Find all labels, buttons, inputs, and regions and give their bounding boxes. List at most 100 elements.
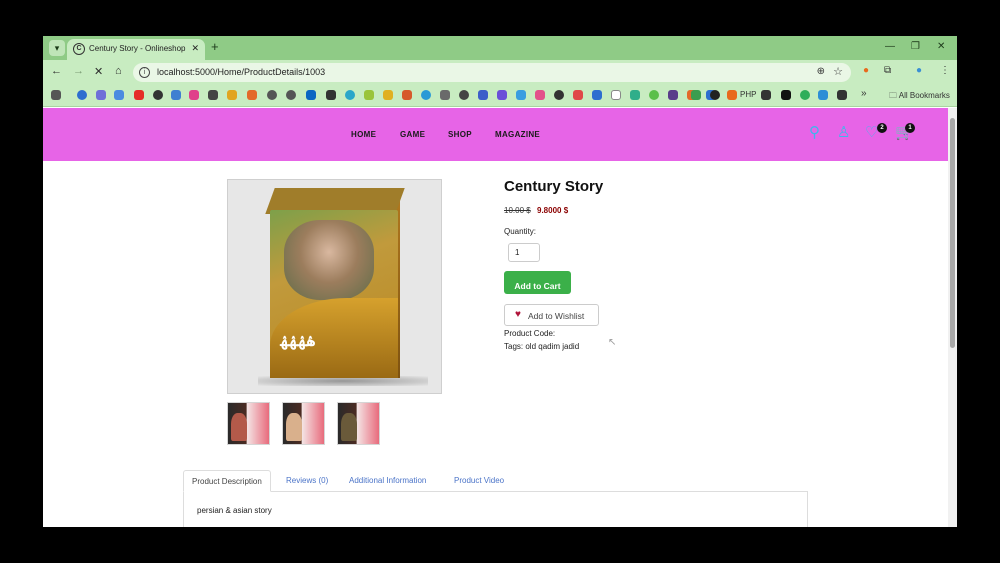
menu-game[interactable]: GAME — [400, 130, 425, 139]
bookmark-icon[interactable] — [267, 90, 277, 100]
bookmark-icon[interactable] — [516, 90, 526, 100]
bookmark-icon[interactable] — [440, 90, 450, 100]
bookmark-icon[interactable] — [478, 90, 488, 100]
stop-loading-icon[interactable]: ✕ — [94, 65, 103, 78]
bookmark-icon[interactable] — [611, 90, 621, 100]
restore-icon[interactable]: ❐ — [911, 41, 920, 52]
cart-count-badge: 1 — [905, 123, 915, 133]
bookmark-icon[interactable] — [691, 90, 701, 100]
bookmark-icon[interactable] — [402, 90, 412, 100]
bookmark-icon[interactable] — [649, 90, 659, 100]
product-thumbnail[interactable] — [337, 402, 380, 445]
bookmark-icon[interactable] — [189, 90, 199, 100]
add-to-wishlist-label: Add to Wishlist — [528, 311, 585, 321]
site-header: HOME GAME SHOP MAGAZINE ⚲ ♙ ♡ 2 🛒 1 — [43, 108, 948, 161]
bookmark-icon[interactable] — [800, 90, 810, 100]
wishlist-count-badge: 2 — [877, 123, 887, 133]
bookmark-icon[interactable] — [208, 90, 218, 100]
bookmark-icon[interactable] — [326, 90, 336, 100]
zoom-icon[interactable]: ⊕ — [817, 66, 825, 77]
extension-icon[interactable]: ● — [863, 65, 869, 76]
bookmark-icon[interactable] — [286, 90, 296, 100]
extensions-puzzle-icon[interactable]: ⧉ — [884, 65, 891, 76]
scrollbar-thumb[interactable] — [950, 118, 955, 348]
bookmark-icon[interactable] — [592, 90, 602, 100]
close-window-icon[interactable]: ✕ — [937, 41, 945, 52]
tab-product-video[interactable]: Product Video — [446, 470, 512, 492]
forward-icon[interactable]: → — [73, 65, 84, 77]
bookmark-icon[interactable] — [459, 90, 469, 100]
bookmark-icon[interactable] — [535, 90, 545, 100]
php-bookmark[interactable]: PHP — [740, 90, 756, 99]
tab-additional-information[interactable]: Additional Information — [341, 470, 434, 492]
tab-panel: persian & asian story — [183, 491, 808, 527]
tab-search-icon[interactable]: ▾ — [49, 40, 65, 56]
product-thumbnail[interactable] — [227, 402, 270, 445]
bookmark-icon[interactable] — [818, 90, 828, 100]
tab-close-icon[interactable]: ✕ — [191, 43, 199, 54]
menu-home[interactable]: HOME — [351, 130, 376, 139]
product-thumbnail[interactable] — [282, 402, 325, 445]
bookmark-icon[interactable] — [383, 90, 393, 100]
back-icon[interactable]: ← — [51, 65, 62, 77]
site-favicon-icon: C — [73, 43, 85, 55]
bookmark-icon[interactable] — [345, 90, 355, 100]
product-main-image[interactable]: ۿۿۿۿ — [227, 179, 442, 394]
bookmark-star-icon[interactable]: ☆ — [833, 65, 843, 78]
apps-grid-icon[interactable] — [51, 90, 61, 100]
search-icon[interactable]: ⚲ — [809, 123, 820, 141]
chrome-menu-icon[interactable]: ⋮ — [940, 65, 950, 76]
bookmark-icon[interactable] — [77, 90, 87, 100]
telegram-icon[interactable] — [421, 90, 431, 100]
github-icon[interactable] — [710, 90, 720, 100]
page-scrollbar[interactable] — [948, 108, 957, 527]
thumbnail-art — [286, 413, 302, 441]
youtube-icon[interactable] — [134, 90, 144, 100]
address-bar[interactable]: i localhost:5000/Home/ProductDetails/100… — [133, 63, 851, 82]
home-icon[interactable]: ⌂ — [115, 65, 122, 77]
linkedin-icon[interactable] — [306, 90, 316, 100]
bookmark-icon[interactable] — [630, 90, 640, 100]
bookmark-icon[interactable] — [668, 90, 678, 100]
bookmark-icon[interactable] — [497, 90, 507, 100]
box-portrait-art — [284, 220, 374, 300]
add-to-cart-button[interactable]: Add to Cart — [504, 271, 571, 294]
profile-avatar-icon[interactable]: ● — [916, 65, 922, 76]
bookmark-icon[interactable] — [554, 90, 564, 100]
tab-reviews[interactable]: Reviews (0) — [278, 470, 336, 492]
more-bookmarks-icon[interactable]: » — [861, 88, 867, 99]
php-bookmark-icon[interactable] — [727, 90, 737, 100]
browser-toolbar: ← → ✕ ⌂ i localhost:5000/Home/ProductDet… — [43, 60, 957, 85]
browser-tab[interactable]: C Century Story - Onlineshop ✕ — [67, 39, 205, 60]
user-icon[interactable]: ♙ — [837, 123, 850, 141]
bookmark-icon[interactable] — [227, 90, 237, 100]
url-text[interactable]: localhost:5000/Home/ProductDetails/1003 — [157, 67, 325, 77]
quantity-input[interactable]: 1 — [508, 243, 540, 262]
site-info-icon[interactable]: i — [139, 67, 150, 78]
new-tab-icon[interactable]: + — [211, 39, 219, 54]
bookmark-icon[interactable] — [247, 90, 257, 100]
bookmark-icon[interactable] — [96, 90, 106, 100]
bookmark-icon[interactable] — [364, 90, 374, 100]
tab-strip: ▾ C Century Story - Onlineshop ✕ + — ❐ ✕ — [43, 36, 957, 60]
tab-product-description[interactable]: Product Description — [183, 470, 271, 492]
bookmark-icon[interactable] — [761, 90, 771, 100]
sale-price: 9.8000 $ — [537, 206, 569, 215]
thumbnail-art — [231, 413, 247, 441]
bookmark-icon[interactable] — [573, 90, 583, 100]
add-to-wishlist-button[interactable]: ♥ Add to Wishlist — [504, 304, 599, 326]
bookmark-icon[interactable] — [153, 90, 163, 100]
menu-shop[interactable]: SHOP — [448, 130, 472, 139]
bookmark-icon[interactable] — [837, 90, 847, 100]
product-tags: Tags: old qadim jadid — [504, 342, 580, 351]
bookmark-icon[interactable] — [114, 90, 124, 100]
bookmark-icon[interactable] — [171, 90, 181, 100]
thumbnail-art — [341, 413, 357, 441]
tab-title: Century Story - Onlineshop — [89, 44, 186, 53]
bookmark-icon[interactable] — [781, 90, 791, 100]
bookmarks-bar: PHP » 🗀 All Bookmarks — [43, 85, 957, 107]
all-bookmarks-folder[interactable]: 🗀 All Bookmarks — [889, 90, 950, 104]
menu-magazine[interactable]: MAGAZINE — [495, 130, 540, 139]
quantity-label: Quantity: — [504, 227, 537, 236]
minimize-icon[interactable]: — — [885, 41, 895, 52]
